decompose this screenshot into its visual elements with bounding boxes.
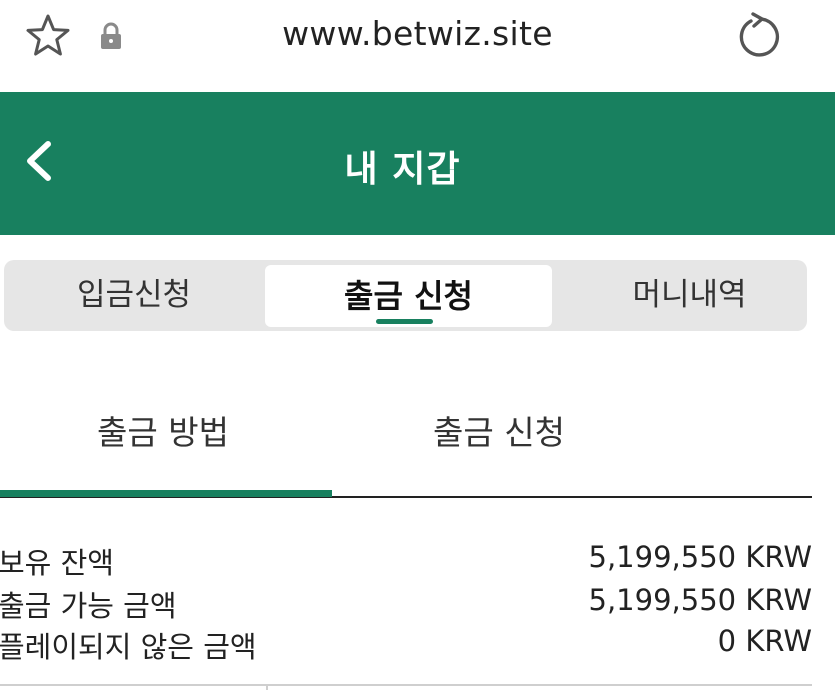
segment-tabs: 입금신청 출금 신청 머니내역 [4,260,807,331]
subtab-withdraw-request[interactable]: 출금 신청 [433,406,565,454]
url-text[interactable]: www.betwiz.site [0,14,835,53]
column-divider [266,684,268,690]
tab-withdraw-request-label: 출금 신청 [344,277,473,315]
balance-label: 보유 잔액 [0,546,114,580]
tab-money-history[interactable]: 머니내역 [552,260,827,331]
app-header: 내 지갑 [0,92,835,235]
withdrawable-label: 출금 가능 금액 [0,589,177,623]
active-tab-indicator [376,319,433,324]
balance-value: 5,199,550 KRW [588,540,812,574]
balance-row: 보유 잔액 5,199,550 KRW [0,540,812,580]
browser-url-bar: www.betwiz.site [0,0,835,92]
unplayed-row: 플레이되지 않은 금액 0 KRW [0,624,812,664]
section-divider [0,684,812,686]
page-title: 내 지갑 [344,149,461,190]
tab-deposit-request[interactable]: 입금신청 [4,260,264,331]
tab-withdraw-request[interactable]: 출금 신청 [265,265,552,327]
sub-tabs: 출금 방법 출금 신청 [0,390,812,498]
withdrawable-row: 출금 가능 금액 5,199,550 KRW [0,583,812,623]
reload-icon[interactable] [734,12,782,60]
subtab-active-indicator [0,490,332,497]
withdrawable-value: 5,199,550 KRW [588,583,812,617]
unplayed-value: 0 KRW [717,624,812,658]
unplayed-label: 플레이되지 않은 금액 [0,630,257,664]
subtab-withdraw-method[interactable]: 출금 방법 [97,406,229,454]
